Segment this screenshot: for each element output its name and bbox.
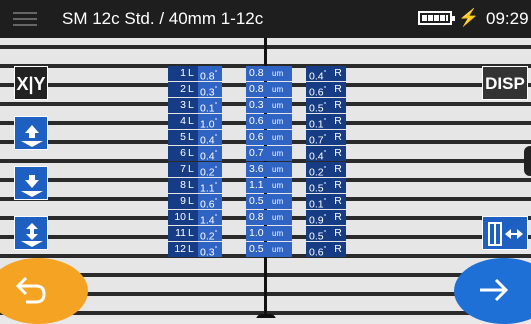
table-row: 7 L 0.2° 3.6 um 0.2° R (168, 162, 358, 179)
table-row: 3 L 0.1° 0.3 um 0.5° R (168, 98, 358, 115)
swap-icon (488, 222, 523, 246)
motor-updown-button[interactable] (14, 216, 48, 250)
table-row: 11 L 0.2° 1.0 um 0.5° R (168, 226, 358, 243)
side-panel-tab[interactable] (524, 146, 531, 176)
battery-full-icon (418, 11, 455, 25)
arrow-updown-icon (21, 223, 43, 247)
clock: 09:29 (486, 9, 529, 28)
motor-down-button[interactable] (14, 166, 48, 200)
forward-arrow-icon (480, 278, 509, 302)
table-row: 8 L 1.1° 1.1 um 0.5° R (168, 178, 358, 195)
menu-icon[interactable] (13, 10, 41, 28)
center-pointer (256, 314, 276, 318)
table-row: 5 L 0.4° 0.6 um 0.7° R (168, 130, 358, 147)
table-row: 1 L 0.8° 0.8 um 0.4° R (168, 66, 358, 83)
lightning-bolt-icon: ⚡ (458, 8, 480, 27)
arrow-down-icon (21, 175, 43, 197)
disp-button[interactable]: DISP (482, 66, 528, 100)
top-bar: SM 12c Std. / 40mm 1-12c ⚡ 09:29 (0, 0, 531, 38)
table-row: 9 L 0.6° 0.5 um 0.1° R (168, 194, 358, 211)
back-arrow-icon (15, 276, 46, 304)
table-row: 10 L 1.4° 0.8 um 0.9° R (168, 210, 358, 227)
table-row: 2 L 0.3° 0.8 um 0.6° R (168, 82, 358, 99)
swap-view-button[interactable] (482, 216, 528, 250)
table-row: 12 L 0.3° 0.5 um 0.6° R (168, 242, 358, 259)
table-row: 6 L 0.4° 0.7 um 0.4° R (168, 146, 358, 163)
motor-up-button[interactable] (14, 116, 48, 150)
page-title: SM 12c Std. / 40mm 1-12c (62, 9, 264, 28)
arrow-up-icon (21, 125, 43, 147)
table-row: 4 L 1.0° 0.6 um 0.1° R (168, 114, 358, 131)
xy-toggle-button[interactable]: X|Y (14, 66, 48, 100)
